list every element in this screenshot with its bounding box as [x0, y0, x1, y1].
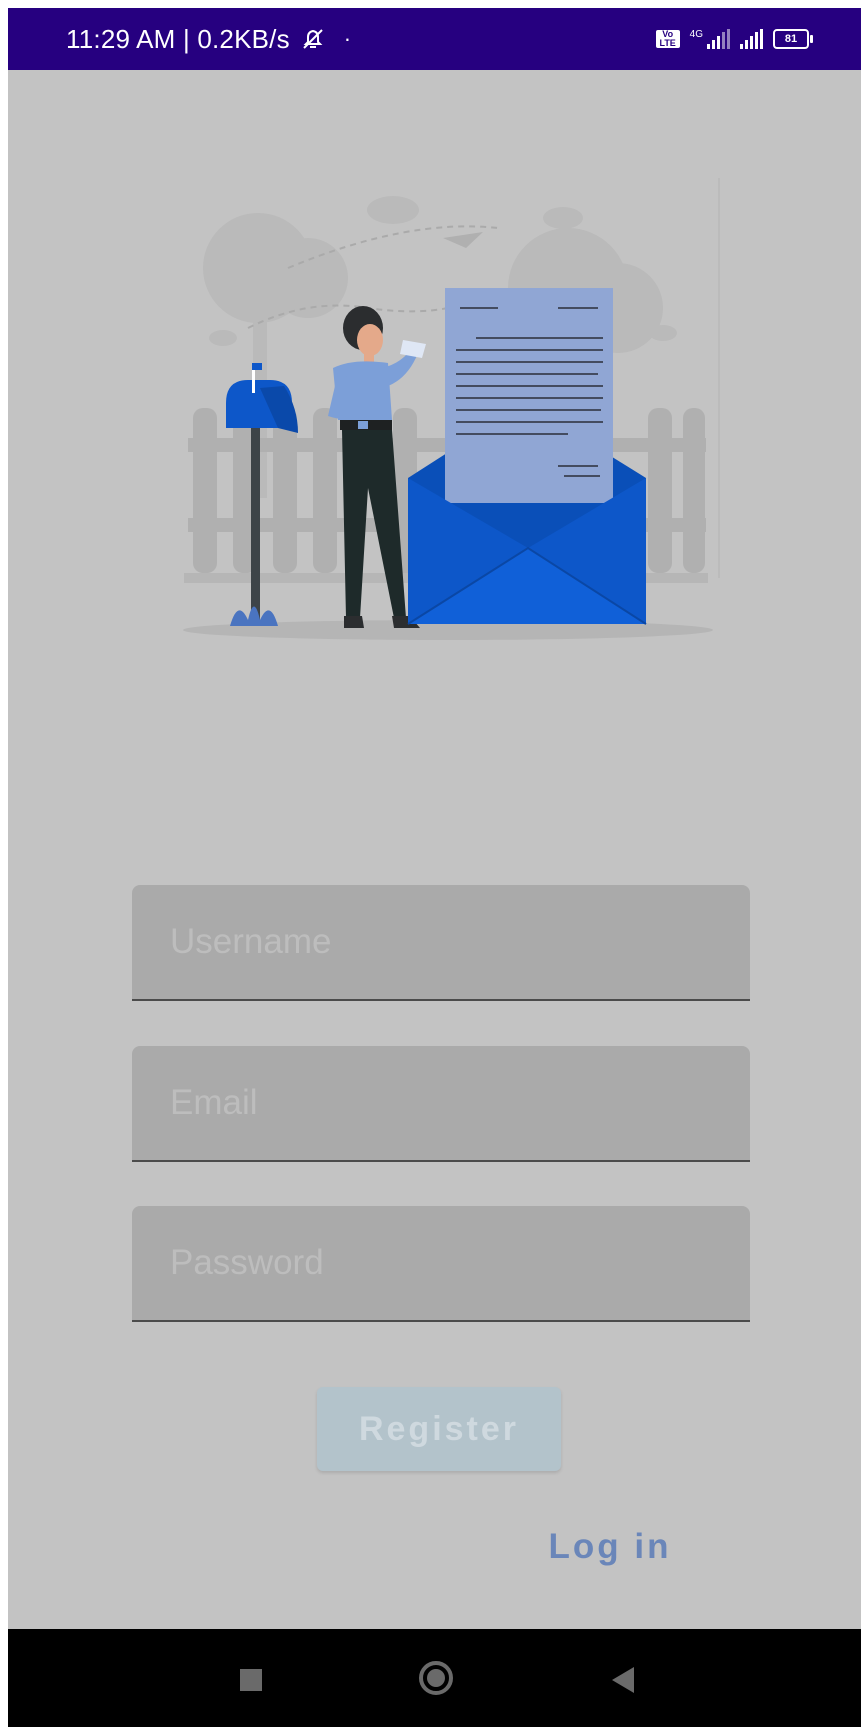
home-icon[interactable] — [419, 1661, 453, 1695]
status-right: Vo LTE 4G 81 — [655, 8, 813, 70]
mute-bell-icon — [303, 29, 323, 49]
recents-icon[interactable] — [240, 1669, 262, 1691]
status-bar: 11:29 AM | 0.2KB/s · Vo LTE 4G 81 — [8, 8, 861, 70]
username-input[interactable] — [132, 885, 750, 999]
signal-icon-2 — [740, 29, 763, 49]
status-left: 11:29 AM | 0.2KB/s · — [66, 8, 351, 70]
volte-icon: Vo LTE — [655, 30, 680, 48]
mail-illustration — [183, 178, 720, 640]
password-input[interactable] — [132, 1206, 750, 1320]
back-icon[interactable] — [612, 1667, 634, 1693]
register-button[interactable]: Register — [317, 1387, 561, 1471]
signal-icon — [707, 29, 730, 49]
login-link[interactable]: Log in — [540, 1522, 680, 1572]
navigation-bar — [8, 1629, 861, 1727]
username-field[interactable] — [132, 885, 750, 1001]
network-type: 4G — [689, 28, 703, 40]
password-field[interactable] — [132, 1206, 750, 1322]
battery-icon: 81 — [773, 29, 813, 49]
status-dot: · — [343, 26, 352, 51]
email-input[interactable] — [132, 1046, 750, 1160]
email-field[interactable] — [132, 1046, 750, 1162]
register-screen: 11:29 AM | 0.2KB/s · Vo LTE 4G 81 Userna… — [8, 8, 861, 1727]
status-time: 11:29 AM | 0.2KB/s — [66, 23, 290, 54]
envelope — [407, 288, 647, 625]
